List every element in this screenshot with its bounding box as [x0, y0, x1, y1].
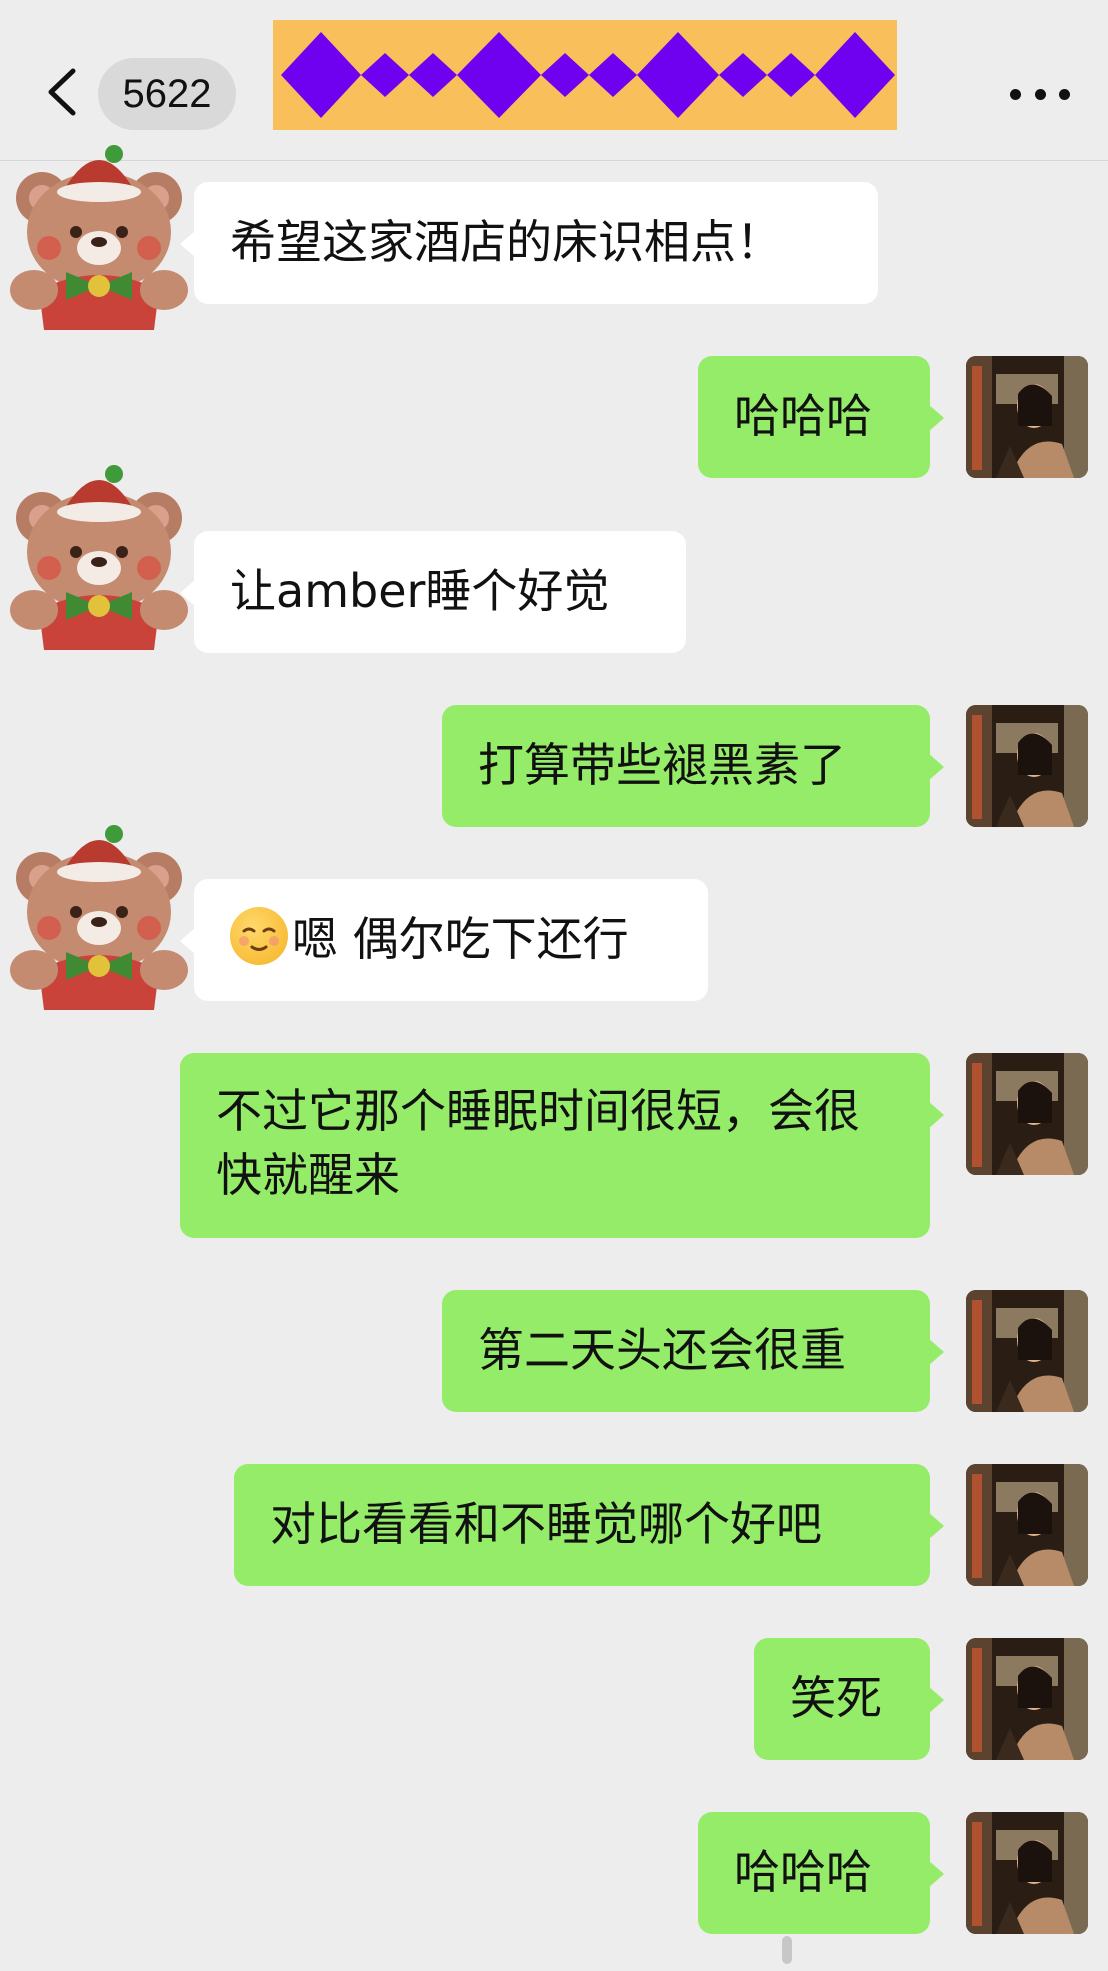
- message-text: 打算带些褪黑素了: [478, 738, 846, 792]
- relieved-face-emoji: [230, 907, 288, 965]
- message-text: 让amber睡个好觉: [230, 564, 610, 618]
- message-bubble-sent[interactable]: 哈哈哈: [698, 356, 944, 478]
- ellipsis-icon: [1010, 88, 1021, 100]
- message-bubble-received[interactable]: 希望这家酒店的床识相点！: [180, 182, 878, 304]
- chevron-left-icon: [48, 68, 76, 116]
- bear-avatar[interactable]: [4, 140, 194, 330]
- message-text: 第二天头还会很重: [478, 1323, 846, 1377]
- message-text: 嗯 偶尔吃下还行: [292, 912, 629, 966]
- bear-avatar[interactable]: [4, 460, 194, 650]
- chat-header: 5622: [0, 0, 1108, 161]
- message-bubble-sent[interactable]: 第二天头还会很重: [442, 1290, 944, 1412]
- unread-count-badge[interactable]: 5622: [98, 58, 236, 130]
- message-bubble-received[interactable]: 让amber睡个好觉: [180, 531, 686, 653]
- message-bubble-sent[interactable]: 对比看看和不睡觉哪个好吧: [234, 1464, 944, 1586]
- message-bubble-sent[interactable]: 打算带些褪黑素了: [442, 705, 944, 827]
- message-bubble-sent[interactable]: 笑死: [754, 1638, 944, 1760]
- message-text: 希望这家酒店的床识相点！: [230, 215, 782, 269]
- user-avatar[interactable]: [966, 705, 1088, 827]
- message-text: 哈哈哈: [734, 1845, 872, 1899]
- user-avatar[interactable]: [966, 1053, 1088, 1175]
- more-options-button[interactable]: [1010, 82, 1070, 106]
- message-text: 不过它那个睡眠时间很短，会很快就醒来: [216, 1084, 860, 1202]
- message-text: 对比看看和不睡觉哪个好吧: [270, 1497, 822, 1551]
- user-avatar[interactable]: [966, 356, 1088, 478]
- message-text: 哈哈哈: [734, 389, 872, 443]
- message-text: 笑死: [790, 1671, 882, 1725]
- message-bubble-sent[interactable]: 不过它那个睡眠时间很短，会很快就醒来: [180, 1053, 944, 1238]
- user-avatar[interactable]: [966, 1290, 1088, 1412]
- bear-avatar[interactable]: [4, 820, 194, 1010]
- user-avatar[interactable]: [966, 1464, 1088, 1586]
- scroll-indicator: [782, 1936, 792, 1964]
- message-bubble-sent[interactable]: 哈哈哈: [698, 1812, 944, 1934]
- user-avatar[interactable]: [966, 1812, 1088, 1934]
- redacted-chat-title: [273, 20, 897, 130]
- message-bubble-received[interactable]: 嗯 偶尔吃下还行: [180, 879, 708, 1001]
- user-avatar[interactable]: [966, 1638, 1088, 1760]
- back-button[interactable]: [40, 62, 84, 122]
